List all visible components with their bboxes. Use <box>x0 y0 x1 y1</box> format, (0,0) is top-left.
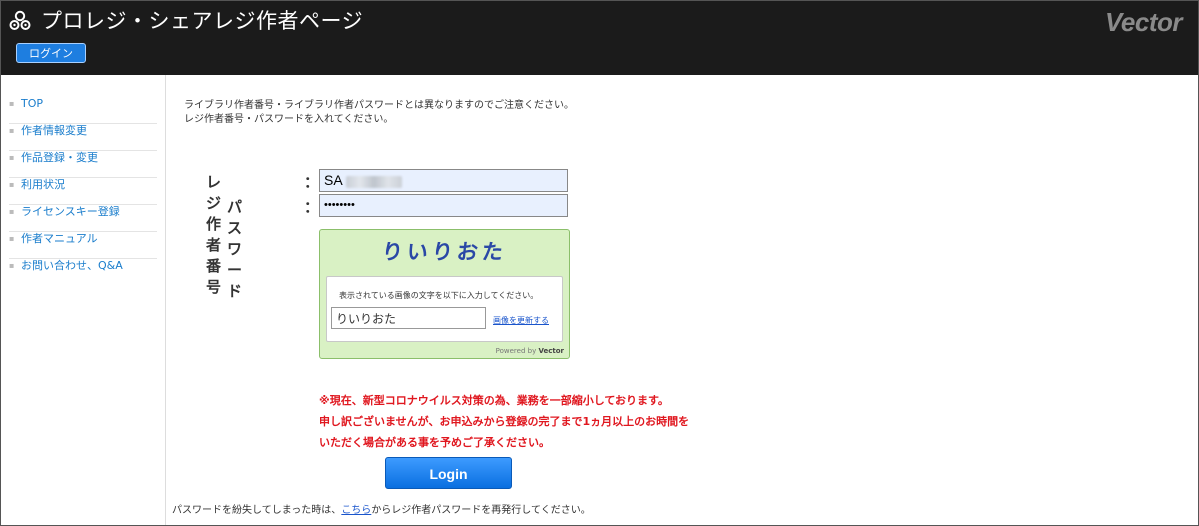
sidebar-item-label: 作者情報変更 <box>21 124 87 137</box>
captcha-image: りいりおた <box>380 240 509 264</box>
bullet-icon: ▪ <box>9 153 15 162</box>
sidebar-nav: ▪ TOP ▪ 作者情報変更 ▪ 作品登録・変更 ▪ 利用状況 ▪ ライセンスキー登録 ▪… <box>9 97 157 286</box>
bullet-icon: ▪ <box>9 261 15 270</box>
password-field[interactable]: •••••••• <box>319 194 568 217</box>
warning-line: 申し訳ございませんが、お申込みから登録の完了まで1ヵ月以上のお時間を <box>319 415 690 428</box>
bullet-icon: ▪ <box>9 99 15 108</box>
sidebar-item-label: お問い合わせ、Q&A <box>21 259 123 272</box>
warning-line: ※現在、新型コロナウイルス対策の為、業務を一部縮小しております。 <box>319 394 669 407</box>
sidebar-item-license[interactable]: ▪ ライセンスキー登録 <box>9 205 157 232</box>
password-label: パスワード <box>227 198 243 300</box>
login-button[interactable]: Login <box>385 457 512 489</box>
captcha-input[interactable]: りいりおた <box>331 307 486 329</box>
bullet-icon: ▪ <box>9 234 15 243</box>
lost-password-after: からレジ作者パスワードを再発行してください。 <box>371 505 591 516</box>
captcha-refresh-link[interactable]: 画像を更新する <box>493 315 549 326</box>
captcha-instruction: 表示されている画像の文字を以下に入力してください。 <box>339 291 539 300</box>
powered-prefix: Powered by <box>495 347 537 355</box>
header-bar: プロレジ・シェアレジ作者ページ ログイン Vector <box>1 1 1198 75</box>
sidebar-item-top[interactable]: ▪ TOP <box>9 97 157 124</box>
bullet-icon: ▪ <box>9 180 15 189</box>
bullet-icon: ▪ <box>9 207 15 216</box>
lost-password-text: パスワードを紛失してしまった時は、こちらからレジ作者パスワードを再発行してくださ… <box>172 501 591 516</box>
colon: ： <box>304 198 320 216</box>
sidebar-item-label: 作者マニュアル <box>21 232 98 245</box>
bullet-icon: ▪ <box>9 126 15 135</box>
sidebar-item-label: TOP <box>21 97 44 110</box>
header-login-button[interactable]: ログイン <box>16 43 86 63</box>
author-id-field[interactable]: SA <box>319 169 568 192</box>
notice-text: ライブラリ作者番号・ライブラリ作者パスワードとは異なりますのでご注意ください。 … <box>184 99 784 127</box>
captcha-panel: りいりおた 表示されている画像の文字を以下に入力してください。 りいりおた 画像… <box>319 229 570 359</box>
sidebar: ▪ TOP ▪ 作者情報変更 ▪ 作品登録・変更 ▪ 利用状況 ▪ ライセンスキー登録 ▪… <box>1 75 166 525</box>
notice-line: レジ作者番号・パスワードを入れてください。 <box>184 114 394 125</box>
reissue-password-link[interactable]: こちら <box>341 505 371 516</box>
sidebar-item-manual[interactable]: ▪ 作者マニュアル <box>9 232 157 259</box>
colon: ： <box>304 173 320 191</box>
sidebar-item-contact[interactable]: ▪ お問い合わせ、Q&A <box>9 259 157 286</box>
page-title: プロレジ・シェアレジ作者ページ <box>41 9 364 33</box>
sidebar-item-works[interactable]: ▪ 作品登録・変更 <box>9 151 157 178</box>
redacted-blur <box>346 176 402 188</box>
sidebar-item-usage[interactable]: ▪ 利用状況 <box>9 178 157 205</box>
powered-brand: Vector <box>538 347 564 355</box>
author-id-value: SA <box>324 172 343 188</box>
sidebar-item-label: 作品登録・変更 <box>21 151 98 164</box>
author-id-label: レジ作者番号 <box>206 173 222 296</box>
notice-line: ライブラリ作者番号・ライブラリ作者パスワードとは異なりますのでご注意ください。 <box>184 100 574 111</box>
lost-password-before: パスワードを紛失してしまった時は、 <box>172 505 342 516</box>
sidebar-item-author-info[interactable]: ▪ 作者情報変更 <box>9 124 157 151</box>
vector-logo[interactable]: Vector <box>1105 7 1182 38</box>
captcha-input-box: 表示されている画像の文字を以下に入力してください。 りいりおた 画像を更新する <box>326 276 563 342</box>
powered-by: Powered by Vector <box>496 347 564 355</box>
sidebar-item-label: ライセンスキー登録 <box>21 205 120 218</box>
warning-line: いただく場合がある事を予めご了承ください。 <box>319 436 550 449</box>
covid-warning: ※現在、新型コロナウイルス対策の為、業務を一部縮小しております。 申し訳ございま… <box>319 390 739 453</box>
user-gears-icon <box>9 10 31 30</box>
sidebar-item-label: 利用状況 <box>21 178 65 191</box>
